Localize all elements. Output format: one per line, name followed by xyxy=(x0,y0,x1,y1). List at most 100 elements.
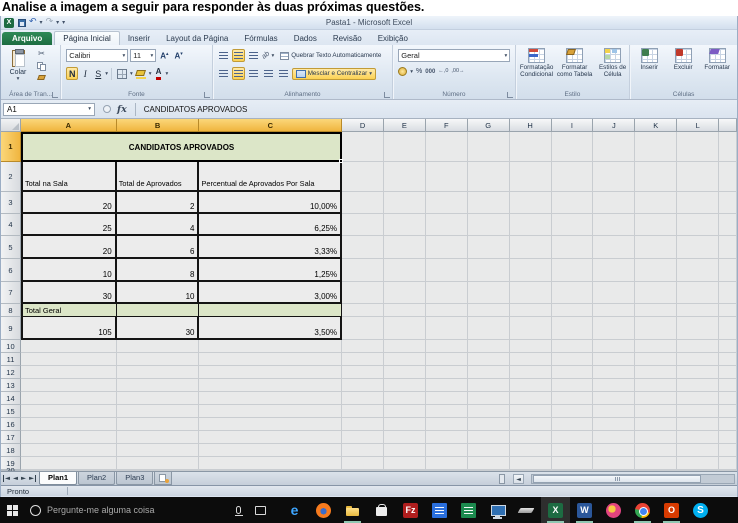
align-center-icon[interactable] xyxy=(232,67,245,80)
column-header-A[interactable]: A xyxy=(21,119,117,132)
cell-H2[interactable] xyxy=(510,162,552,192)
cell-G14[interactable] xyxy=(468,392,510,405)
cell-L18[interactable] xyxy=(677,444,719,457)
column-header-B[interactable]: B xyxy=(117,119,200,132)
cell-I15[interactable] xyxy=(552,405,594,418)
cell-H17[interactable] xyxy=(510,431,552,444)
sheet-tab-plan2[interactable]: Plan2 xyxy=(78,472,115,485)
cell-A3[interactable]: 20 xyxy=(21,192,117,214)
merged-title-cell-A1[interactable]: CANDIDATOS APROVADOS xyxy=(21,132,342,162)
cell-H11[interactable] xyxy=(510,353,552,366)
cell-F18[interactable] xyxy=(426,444,468,457)
cell-G16[interactable] xyxy=(468,418,510,431)
row-header-13[interactable]: 13 xyxy=(1,379,21,392)
cell-K18[interactable] xyxy=(635,444,677,457)
cell-C19[interactable] xyxy=(199,457,342,470)
cell-A18[interactable] xyxy=(21,444,117,457)
cell-M2[interactable] xyxy=(719,162,737,192)
row-header-15[interactable]: 15 xyxy=(1,405,21,418)
increase-indent-icon[interactable] xyxy=(277,67,290,80)
cell-L15[interactable] xyxy=(677,405,719,418)
column-header-G[interactable]: G xyxy=(468,119,510,132)
cell-C16[interactable] xyxy=(199,418,342,431)
cell-D10[interactable] xyxy=(342,340,384,353)
row-header-11[interactable]: 11 xyxy=(1,353,21,366)
first-sheet-icon[interactable]: ◄ xyxy=(3,475,10,482)
decrease-indent-icon[interactable] xyxy=(262,67,275,80)
cell-B3[interactable]: 2 xyxy=(117,192,200,214)
cell-M16[interactable] xyxy=(719,418,737,431)
cell-J1[interactable] xyxy=(593,132,635,162)
cell-F8[interactable] xyxy=(426,304,468,317)
cell-C9[interactable]: 3,50% xyxy=(199,317,342,340)
horizontal-scrollbar[interactable] xyxy=(531,474,735,484)
fill-handle[interactable] xyxy=(339,159,343,163)
cell-K16[interactable] xyxy=(635,418,677,431)
cell-B6[interactable]: 8 xyxy=(117,259,200,282)
row-header-14[interactable]: 14 xyxy=(1,392,21,405)
cell-C5[interactable]: 3,33% xyxy=(199,236,342,259)
cell-L7[interactable] xyxy=(677,282,719,304)
cell-C13[interactable] xyxy=(199,379,342,392)
row-header-12[interactable]: 12 xyxy=(1,366,21,379)
cell-G1[interactable] xyxy=(468,132,510,162)
cell-H3[interactable] xyxy=(510,192,552,214)
cell-A16[interactable] xyxy=(21,418,117,431)
cell-F17[interactable] xyxy=(426,431,468,444)
cell-I11[interactable] xyxy=(552,353,594,366)
cell-L4[interactable] xyxy=(677,214,719,236)
fill-color-button[interactable] xyxy=(134,67,148,80)
delete-cells-button[interactable]: Excluir xyxy=(666,47,700,71)
cell-G9[interactable] xyxy=(468,317,510,340)
align-left-icon[interactable] xyxy=(217,67,230,80)
align-bottom-icon[interactable] xyxy=(247,49,260,62)
cell-I10[interactable] xyxy=(552,340,594,353)
cell-J15[interactable] xyxy=(593,405,635,418)
cell-C11[interactable] xyxy=(199,353,342,366)
cell-H15[interactable] xyxy=(510,405,552,418)
cell-C12[interactable] xyxy=(199,366,342,379)
file-explorer-icon[interactable] xyxy=(338,497,367,523)
cell-L1[interactable] xyxy=(677,132,719,162)
cell-E19[interactable] xyxy=(384,457,426,470)
cell-D8[interactable] xyxy=(342,304,384,317)
row-header-2[interactable]: 2 xyxy=(1,162,21,192)
row-header-18[interactable]: 18 xyxy=(1,444,21,457)
cell-I5[interactable] xyxy=(552,236,594,259)
cell-H5[interactable] xyxy=(510,236,552,259)
cell-F9[interactable] xyxy=(426,317,468,340)
cell-F11[interactable] xyxy=(426,353,468,366)
borders-dropdown-icon[interactable]: ▾ xyxy=(130,71,133,77)
clipboard-dialog-launcher[interactable] xyxy=(52,92,58,98)
cell-A14[interactable] xyxy=(21,392,117,405)
cell-C18[interactable] xyxy=(199,444,342,457)
cell-K2[interactable] xyxy=(635,162,677,192)
cell-H12[interactable] xyxy=(510,366,552,379)
cell-I18[interactable] xyxy=(552,444,594,457)
cell-I1[interactable] xyxy=(552,132,594,162)
cell-D11[interactable] xyxy=(342,353,384,366)
number-format-combo[interactable]: Geral ▾ xyxy=(398,49,510,62)
cell-E17[interactable] xyxy=(384,431,426,444)
percent-style-button[interactable]: % xyxy=(416,68,422,75)
cell-A12[interactable] xyxy=(21,366,117,379)
cell-L8[interactable] xyxy=(677,304,719,317)
cell-H16[interactable] xyxy=(510,418,552,431)
cell-D5[interactable] xyxy=(342,236,384,259)
qat-customize-icon[interactable]: ▾ xyxy=(62,19,65,26)
chrome-icon[interactable] xyxy=(628,497,657,523)
orientation-dropdown-icon[interactable]: ▾ xyxy=(271,53,274,59)
font-size-combo[interactable]: 11 ▾ xyxy=(130,49,156,62)
row-header-3[interactable]: 3 xyxy=(1,192,21,214)
row-header-6[interactable]: 6 xyxy=(1,259,21,282)
cell-G18[interactable] xyxy=(468,444,510,457)
cell-I9[interactable] xyxy=(552,317,594,340)
edge-icon[interactable]: e xyxy=(280,497,309,523)
cell-C10[interactable] xyxy=(199,340,342,353)
cell-D1[interactable] xyxy=(342,132,384,162)
wrap-text-button[interactable]: Quebrar Texto Automaticamente xyxy=(276,50,385,62)
cell-I6[interactable] xyxy=(552,259,594,282)
cell-J8[interactable] xyxy=(593,304,635,317)
number-dialog-launcher[interactable] xyxy=(507,92,513,98)
redo-button[interactable]: ↷ xyxy=(46,18,54,27)
